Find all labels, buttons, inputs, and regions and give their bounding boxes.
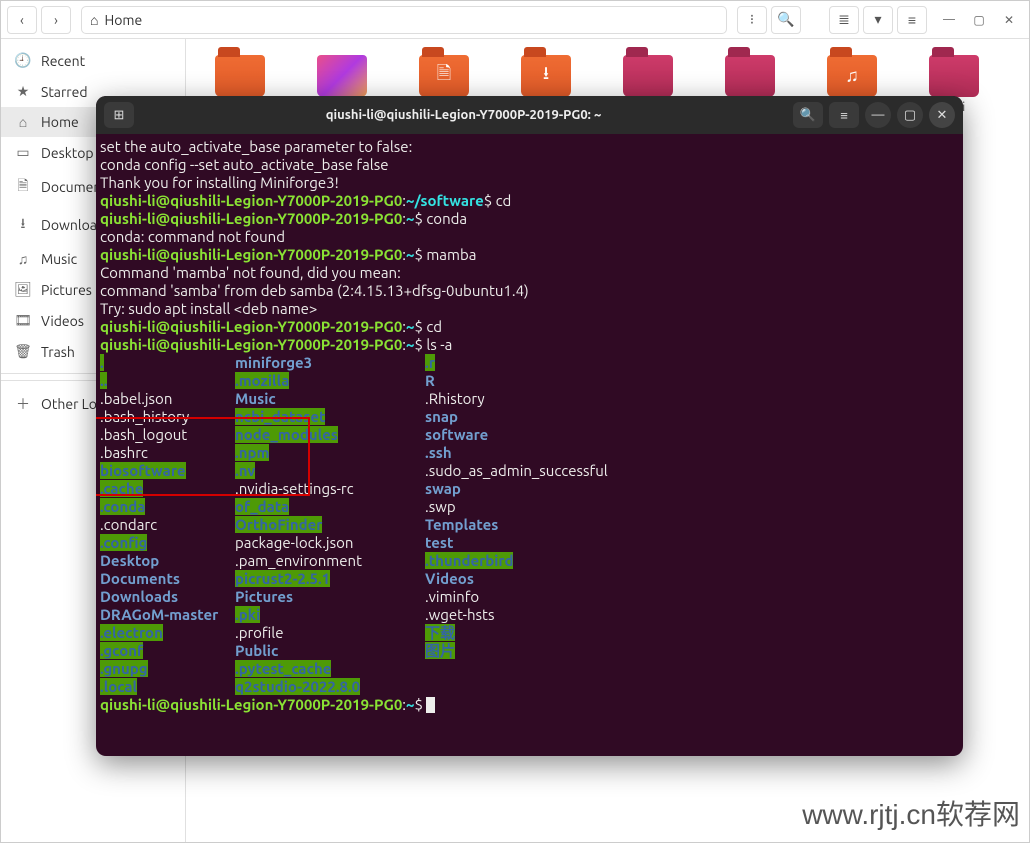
file-manager-titlebar: ‹ › ⌂ Home ⁝ 🔍 ≣ ▾ ≡ — ▢ ✕ bbox=[1, 1, 1029, 39]
hamburger-button[interactable]: ≡ bbox=[897, 6, 927, 34]
nav-forward-button[interactable]: › bbox=[41, 6, 71, 34]
terminal-search-button[interactable]: 🔍 bbox=[793, 102, 823, 128]
sidebar-icon: ♫ bbox=[15, 251, 31, 267]
path-menu-button[interactable]: ⁝ bbox=[737, 6, 767, 34]
folder-icon bbox=[929, 55, 979, 97]
folder-icon: 🗎 bbox=[419, 55, 469, 97]
sidebar-label: Music bbox=[41, 251, 77, 267]
folder-icon bbox=[623, 55, 673, 97]
path-bar[interactable]: ⌂ Home bbox=[81, 6, 727, 34]
sidebar-icon: 🗎 bbox=[15, 175, 31, 199]
sidebar-icon: ★ bbox=[15, 83, 31, 100]
sidebar-icon: 🎞 bbox=[15, 312, 31, 329]
sidebar-icon: 🕘 bbox=[15, 52, 31, 69]
close-button[interactable]: ✕ bbox=[995, 7, 1023, 33]
folder-icon bbox=[725, 55, 775, 97]
terminal-titlebar: ⊞ qiushi-li@qiushili-Legion-Y7000P-2019-… bbox=[96, 96, 963, 134]
sidebar-icon: ⌂ bbox=[15, 114, 31, 130]
nav-back-button[interactable]: ‹ bbox=[7, 6, 37, 34]
folder-icon bbox=[215, 55, 265, 97]
minimize-button[interactable]: — bbox=[935, 7, 963, 33]
terminal-body[interactable]: set the auto_activate_base parameter to … bbox=[96, 134, 963, 756]
folder-icon bbox=[317, 55, 367, 97]
search-button[interactable]: 🔍 bbox=[771, 6, 801, 34]
view-dropdown-button[interactable]: ▾ bbox=[863, 6, 893, 34]
view-list-button[interactable]: ≣ bbox=[829, 6, 859, 34]
folder-icon: ⭳ bbox=[521, 55, 571, 97]
window-controls: — ▢ ✕ bbox=[935, 7, 1023, 33]
sidebar-icon: 🖼 bbox=[15, 281, 31, 298]
folder-icon: ♫ bbox=[827, 55, 877, 97]
terminal-title: qiushi-li@qiushili-Legion-Y7000P-2019-PG… bbox=[140, 108, 787, 122]
sidebar-label: Trash bbox=[41, 344, 75, 360]
new-tab-button[interactable]: ⊞ bbox=[104, 102, 134, 128]
sidebar-icon: ▭ bbox=[15, 144, 31, 161]
terminal-maximize-button[interactable]: ▢ bbox=[897, 102, 923, 128]
terminal-close-button[interactable]: ✕ bbox=[929, 102, 955, 128]
sidebar-icon: ＋ bbox=[15, 394, 31, 414]
sidebar-label: Pictures bbox=[41, 282, 92, 298]
sidebar-item-recent[interactable]: 🕘 Recent bbox=[1, 45, 185, 76]
terminal-menu-button[interactable]: ≡ bbox=[829, 102, 859, 128]
watermark: www.rjtj.cn软荐网 bbox=[802, 793, 1020, 833]
terminal-window: ⊞ qiushi-li@qiushili-Legion-Y7000P-2019-… bbox=[96, 96, 963, 756]
annotation-box bbox=[96, 417, 310, 496]
sidebar-icon: ⭳ bbox=[15, 213, 31, 237]
home-icon: ⌂ bbox=[90, 12, 98, 28]
sidebar-label: Videos bbox=[41, 313, 84, 329]
terminal-minimize-button[interactable]: — bbox=[865, 102, 891, 128]
sidebar-icon: 🗑 bbox=[15, 343, 31, 360]
sidebar-label: Recent bbox=[41, 53, 85, 69]
sidebar-label: Home bbox=[41, 114, 79, 130]
sidebar-label: Starred bbox=[41, 84, 88, 100]
sidebar-label: Desktop bbox=[41, 145, 94, 161]
maximize-button[interactable]: ▢ bbox=[965, 7, 993, 33]
path-label: Home bbox=[104, 12, 142, 28]
